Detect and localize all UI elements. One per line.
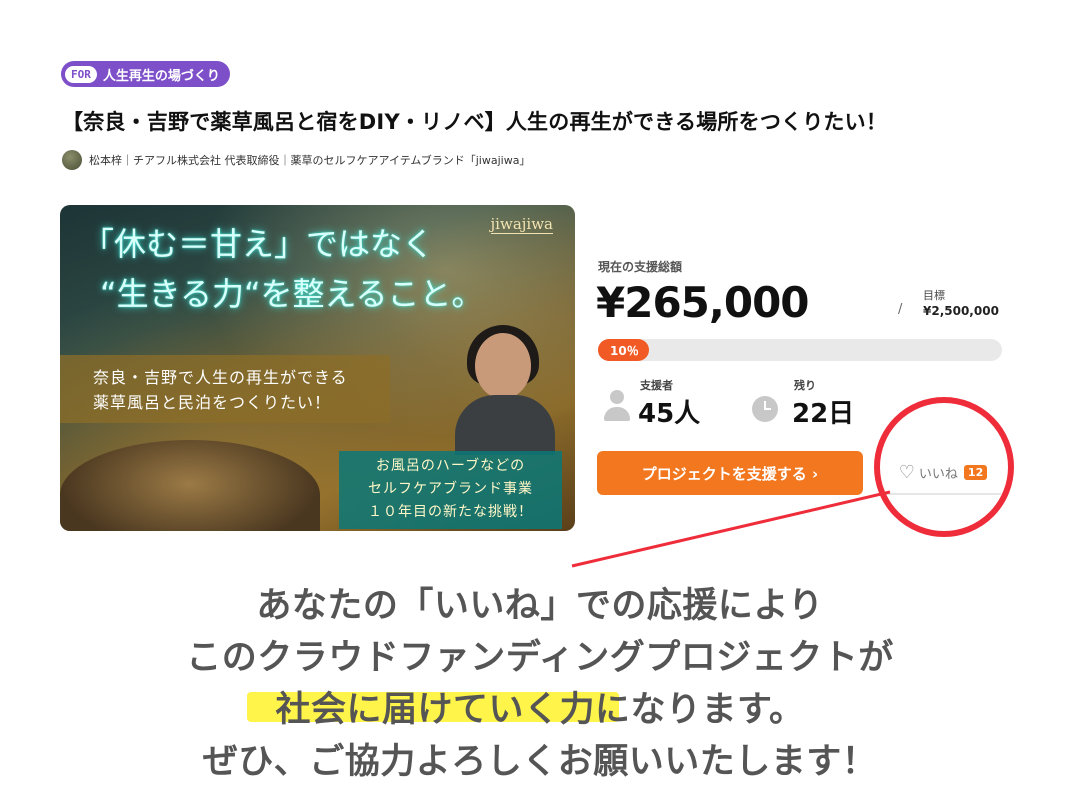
message-line-3: 社会に届けていく力になります。 [275, 690, 805, 730]
message-line-1: あなたの「いいね」での応援により [256, 586, 824, 626]
appeal-message: あなたの「いいね」での応援により このクラウドファンディングプロジェクトが 社会… [0, 580, 1080, 788]
message-line-2: このクラウドファンディングプロジェクトが [186, 638, 894, 678]
message-line-4: ぜひ、ご協力よろしくお願いいたします！ [202, 742, 878, 782]
